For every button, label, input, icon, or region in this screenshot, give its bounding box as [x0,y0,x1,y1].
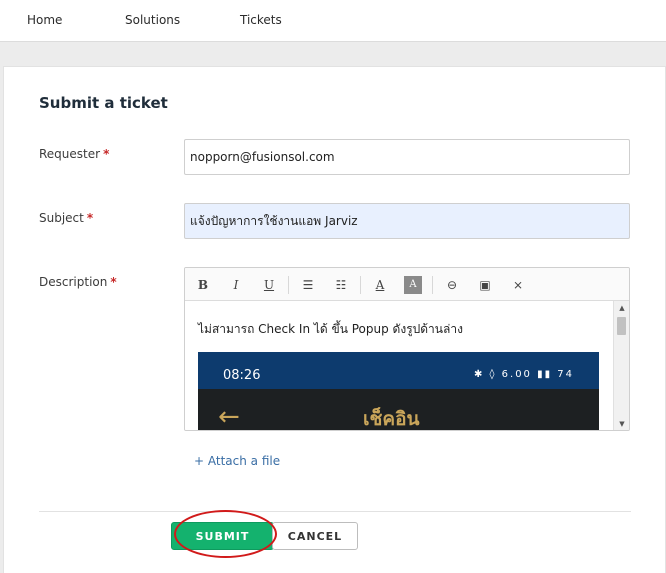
subject-input[interactable] [184,203,630,239]
required-mark: * [110,275,117,289]
background-color-icon[interactable]: A [404,276,422,294]
phone-time: 08:26 [223,368,261,383]
numbered-list-icon[interactable]: ☷ [332,276,350,294]
editor-content[interactable]: ไม่สามารถ Check In ได้ ขึ้น Popup ดังรูป… [185,301,613,431]
phone-status-bar: 08:26 ✱ ◊ 6.00 ▮▮ 74 [198,352,599,389]
scroll-thumb[interactable] [617,317,626,335]
phone-status-icons: ✱ ◊ 6.00 ▮▮ 74 [473,369,574,380]
attach-file-link[interactable]: + Attach a file [194,454,280,468]
toolbar-divider [360,276,361,294]
nav-tickets[interactable]: Tickets [240,13,282,27]
editor-toolbar: B I U ☰ ☷ A A ⊖ ▣ ⨯ [185,268,629,301]
cancel-button[interactable]: CANCEL [272,522,358,550]
underline-icon[interactable]: U [260,276,278,294]
description-text: ไม่สามารถ Check In ได้ ขึ้น Popup ดังรูป… [198,322,463,336]
toolbar-divider [432,276,433,294]
phone-screen-title: เช็คอิน [363,408,420,430]
image-icon[interactable]: ▣ [476,276,494,294]
required-mark: * [86,211,94,225]
scroll-down-icon[interactable]: ▼ [614,417,629,430]
attached-screenshot: 08:26 ✱ ◊ 6.00 ▮▮ 74 ← เช็คอิน [198,352,599,431]
back-arrow-icon: ← [218,402,240,431]
toolbar-divider [288,276,289,294]
nav-home[interactable]: Home [27,13,62,27]
nav-solutions[interactable]: Solutions [125,13,180,27]
description-editor: B I U ☰ ☷ A A ⊖ ▣ ⨯ ไม่สามารถ Check In ไ… [184,267,630,431]
editor-scrollbar[interactable]: ▲ ▼ [613,301,629,430]
form-divider [39,511,631,512]
description-label: Description * [39,275,117,289]
link-icon[interactable]: ⊖ [443,276,461,294]
requester-input[interactable] [184,139,630,175]
font-color-icon[interactable]: A [371,276,389,294]
requester-label: Requester * [39,147,110,161]
submit-button[interactable]: SUBMIT [171,522,274,550]
top-nav: Home Solutions Tickets [0,0,666,42]
subject-label: Subject * [39,211,94,225]
clear-format-icon[interactable]: ⨯ [509,276,527,294]
page-title: Submit a ticket [39,94,168,112]
italic-icon[interactable]: I [227,276,245,294]
bullet-list-icon[interactable]: ☰ [299,276,317,294]
required-mark: * [103,147,110,161]
bold-icon[interactable]: B [194,276,212,294]
ticket-form-card: Submit a ticket Requester* Subject* Desc… [3,66,666,573]
scroll-up-icon[interactable]: ▲ [614,301,629,315]
